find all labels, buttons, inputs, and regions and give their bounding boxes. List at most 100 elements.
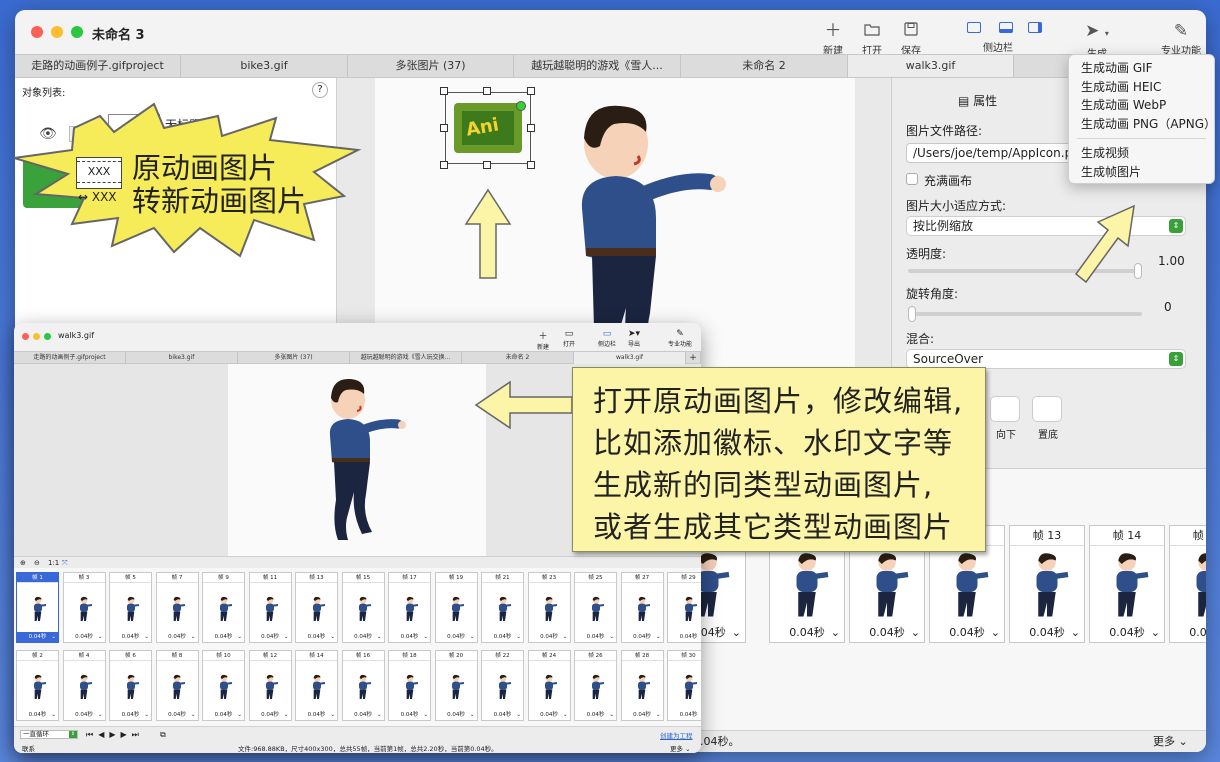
- small-frame-cell[interactable]: 帧 1 0.04秒 ⌄: [16, 572, 59, 643]
- frame-time[interactable]: 0.04秒⌄: [343, 632, 384, 642]
- frame-cell[interactable]: 帧 14 0.04秒 ⌄: [1089, 525, 1165, 643]
- rotation-slider-knob[interactable]: [908, 306, 916, 322]
- small-frame-cell[interactable]: 帧 8 0.04秒 ⌄: [155, 650, 199, 721]
- small-frame-cell[interactable]: 帧 4 0.04秒 ⌄: [62, 650, 106, 721]
- close-window-button[interactable]: [31, 26, 43, 38]
- frame-time[interactable]: 0.04秒⌄: [622, 710, 663, 720]
- small-frame-cell[interactable]: 帧 19 0.04秒 ⌄: [434, 572, 478, 643]
- frame-time[interactable]: 0.04秒⌄: [529, 710, 570, 720]
- tab-item[interactable]: 越玩越聪明的游戏《雪人...: [514, 55, 681, 77]
- small-frame-cell[interactable]: 帧 13 0.04秒 ⌄: [295, 572, 338, 643]
- frame-time[interactable]: 0.04秒⌄: [389, 710, 430, 720]
- menu-item[interactable]: 生成动画 PNG（APNG）: [1069, 115, 1216, 134]
- tab-item[interactable]: 走路的动画例子.gifproject: [15, 55, 181, 77]
- add-tab-button[interactable]: +: [686, 352, 701, 364]
- frame-time[interactable]: 0.04秒⌄: [1090, 624, 1164, 642]
- export-button[interactable]: ➤▾ 导出: [628, 329, 640, 348]
- menu-item[interactable]: 生成视频: [1069, 144, 1214, 163]
- tab-item[interactable]: 未命名 2: [462, 352, 574, 364]
- frame-time[interactable]: 0.04秒⌄: [64, 632, 105, 642]
- frame-time[interactable]: 0.04秒⌄: [575, 710, 616, 720]
- minimize-window-button[interactable]: [33, 333, 40, 340]
- frame-time[interactable]: 0.04秒⌄: [296, 632, 337, 642]
- small-frame-cell[interactable]: 帧 11 0.04秒 ⌄: [248, 572, 292, 643]
- move-bottom-button[interactable]: [1032, 396, 1062, 422]
- frame-time[interactable]: 0.04秒⌄: [296, 710, 337, 720]
- small-frame-cell[interactable]: 帧 17 0.04秒 ⌄: [388, 572, 431, 643]
- frame-time[interactable]: 0.04秒⌄: [17, 632, 58, 642]
- frame-cell[interactable]: 帧 15 0.04秒⌄: [1169, 525, 1206, 643]
- frame-time[interactable]: 0.04秒⌄: [64, 710, 105, 720]
- small-frame-cell[interactable]: 帧 28 0.04秒 ⌄: [620, 650, 664, 721]
- menu-item[interactable]: 生成动画 GIF: [1069, 59, 1214, 78]
- small-frame-cell[interactable]: 帧 18 0.04秒 ⌄: [388, 650, 431, 721]
- frame-time[interactable]: 0.04秒⌄: [436, 710, 477, 720]
- tab-item[interactable]: walk3.gif: [574, 352, 686, 364]
- frame-time[interactable]: 0.04秒⌄: [110, 632, 151, 642]
- frame-time[interactable]: 0.04秒⌄: [250, 632, 291, 642]
- frame-time[interactable]: 0.04秒⌄: [482, 632, 523, 642]
- menu-item[interactable]: 生成帧图片: [1069, 163, 1214, 182]
- small-frame-cell[interactable]: 帧 21 0.04秒 ⌄: [481, 572, 524, 643]
- small-frame-cell[interactable]: 帧 5 0.04秒 ⌄: [109, 572, 152, 643]
- small-frame-cell[interactable]: 帧 29 0.04秒⌄: [667, 572, 701, 643]
- contact-link[interactable]: 联系: [22, 743, 35, 753]
- copy-icon[interactable]: ⧉: [160, 730, 166, 740]
- resize-handle[interactable]: [527, 161, 535, 169]
- rotate-handle[interactable]: [516, 101, 526, 111]
- frame-time[interactable]: 0.04秒⌄: [930, 624, 1004, 642]
- small-frame-cell[interactable]: 帧 16 0.04秒 ⌄: [341, 650, 385, 721]
- frame-time[interactable]: 0.04秒⌄: [17, 710, 58, 720]
- small-frame-cell[interactable]: 帧 22 0.04秒 ⌄: [481, 650, 524, 721]
- small-frame-cell[interactable]: 帧 30 0.04秒⌄: [667, 650, 701, 721]
- frame-time[interactable]: 0.04秒⌄: [482, 710, 523, 720]
- frame-time[interactable]: 0.04秒⌄: [436, 632, 477, 642]
- small-canvas[interactable]: [228, 364, 486, 556]
- frame-time[interactable]: 0.04秒⌄: [770, 624, 844, 642]
- bottom-sidebar-toggle-icon[interactable]: [999, 22, 1013, 33]
- frame-time[interactable]: 0.04秒⌄: [110, 710, 151, 720]
- frame-time[interactable]: 0.04秒⌄: [157, 710, 198, 720]
- small-frame-cell[interactable]: 帧 20 0.04秒 ⌄: [434, 650, 478, 721]
- loop-select[interactable]: 一直循环 ⇕: [20, 730, 78, 739]
- resize-handle[interactable]: [440, 124, 448, 132]
- small-frame-cell[interactable]: 帧 25 0.04秒 ⌄: [574, 572, 617, 643]
- open-button[interactable]: ▭ 打开: [563, 329, 575, 348]
- tab-item[interactable]: bike3.gif: [126, 352, 238, 364]
- small-frame-cell[interactable]: 帧 23 0.04秒 ⌄: [527, 572, 571, 643]
- move-down-button[interactable]: [990, 396, 1020, 422]
- more-button[interactable]: 更多 ⌄: [1153, 731, 1188, 752]
- resize-handle[interactable]: [483, 161, 491, 169]
- frame-time[interactable]: 0.04秒⌄: [668, 632, 701, 642]
- small-frame-cell[interactable]: 帧 26 0.04秒 ⌄: [574, 650, 617, 721]
- frame-time[interactable]: 0.04秒⌄: [529, 632, 570, 642]
- new-button[interactable]: ＋新建: [811, 20, 855, 57]
- frame-time[interactable]: 0.04秒⌄: [850, 624, 924, 642]
- small-frame-cell[interactable]: 帧 3 0.04秒 ⌄: [62, 572, 106, 643]
- tab-item[interactable]: 未命名 2: [681, 55, 848, 77]
- frame-time[interactable]: 0.04秒⌄: [203, 710, 244, 720]
- menu-item[interactable]: 生成动画 WebP: [1069, 96, 1214, 115]
- close-window-button[interactable]: [22, 333, 29, 340]
- pro-button[interactable]: ✎ 专业功能: [1151, 20, 1206, 57]
- small-frame-cell[interactable]: 帧 2 0.04秒 ⌄: [16, 650, 59, 721]
- resize-handle[interactable]: [483, 87, 491, 95]
- small-frame-cell[interactable]: 帧 24 0.04秒 ⌄: [527, 650, 571, 721]
- frame-time[interactable]: 0.04秒⌄: [668, 710, 701, 720]
- small-frame-cell[interactable]: 帧 10 0.04秒 ⌄: [202, 650, 245, 721]
- rotation-slider[interactable]: [908, 312, 1142, 316]
- file-path-field[interactable]: /Users/joe/temp/AppIcon.png: [906, 143, 1087, 163]
- tab-item[interactable]: 越玩越聪明的游戏《雪人玩交换...: [350, 352, 462, 364]
- pro-button[interactable]: ✎ 专业功能: [668, 329, 692, 348]
- properties-tab[interactable]: ▤ 属性: [958, 92, 997, 109]
- small-frame-cell[interactable]: 帧 14 0.04秒 ⌄: [295, 650, 338, 721]
- resize-handle[interactable]: [527, 124, 535, 132]
- frame-time[interactable]: 0.04秒⌄: [203, 632, 244, 642]
- frame-time[interactable]: 0.04秒⌄: [1170, 624, 1206, 642]
- tab-item[interactable]: 多张图片 (37): [348, 55, 514, 77]
- fill-canvas-checkbox[interactable]: [906, 173, 918, 185]
- tab-item[interactable]: walk3.gif: [848, 55, 1014, 77]
- open-button[interactable]: 打开: [850, 20, 894, 57]
- help-button[interactable]: ?: [312, 82, 328, 98]
- zoom-window-button[interactable]: [44, 333, 51, 340]
